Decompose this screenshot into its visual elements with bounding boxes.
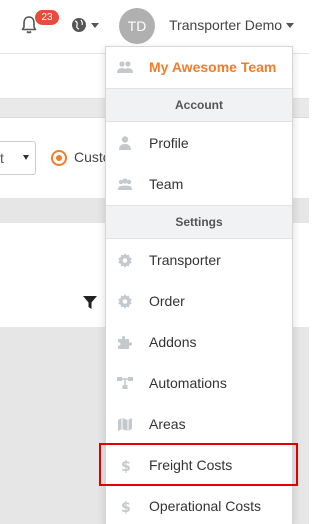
user-menu-toggle[interactable]: Transporter Demo [169, 17, 282, 33]
avatar[interactable]: TD [119, 8, 155, 44]
filter-select-value: t [0, 150, 4, 166]
areas-label: Areas [149, 416, 186, 432]
dropdown-item-order[interactable]: Order [106, 281, 292, 322]
users-icon [117, 61, 133, 73]
transporter-label: Transporter [149, 252, 221, 268]
select-caret-icon[interactable] [23, 155, 29, 160]
profile-label: Profile [149, 135, 189, 151]
automations-label: Automations [149, 375, 227, 391]
filter-funnel-icon[interactable] [83, 296, 97, 310]
order-label: Order [149, 293, 185, 309]
dropdown-item-automations[interactable]: Automations [106, 363, 292, 404]
dropdown-item-profile[interactable]: Profile [106, 123, 292, 164]
filter-select[interactable] [0, 141, 36, 175]
addons-label: Addons [149, 334, 197, 350]
gear-icon [118, 253, 132, 268]
account-section-header: Account [106, 88, 292, 122]
user-icon [119, 136, 131, 150]
map-icon [118, 418, 132, 431]
team-name-label: My Awesome Team [149, 59, 277, 75]
dropdown-item-operational-costs[interactable]: $ Operational Costs [106, 486, 292, 524]
dropdown-item-areas[interactable]: Areas [106, 404, 292, 445]
settings-section-header: Settings [106, 205, 292, 239]
highlight-box [99, 443, 298, 486]
gear-icon [118, 294, 132, 309]
sitemap-icon [117, 377, 133, 389]
notification-count-badge: 23 [35, 10, 59, 25]
caret-down-icon[interactable] [286, 23, 294, 28]
custom-radio[interactable] [51, 150, 67, 166]
dropdown-item-my-awesome-team[interactable]: My Awesome Team [106, 47, 292, 88]
dollar-icon: $ [121, 500, 131, 514]
puzzle-icon [118, 336, 132, 349]
users-icon [118, 178, 132, 190]
dropdown-item-team[interactable]: Team [106, 164, 292, 205]
globe-icon[interactable] [70, 16, 100, 34]
dropdown-item-addons[interactable]: Addons [106, 322, 292, 363]
svg-text:$: $ [121, 500, 131, 514]
dropdown-item-transporter[interactable]: Transporter [106, 240, 292, 281]
operational-costs-label: Operational Costs [149, 498, 262, 514]
team-label: Team [149, 176, 184, 192]
